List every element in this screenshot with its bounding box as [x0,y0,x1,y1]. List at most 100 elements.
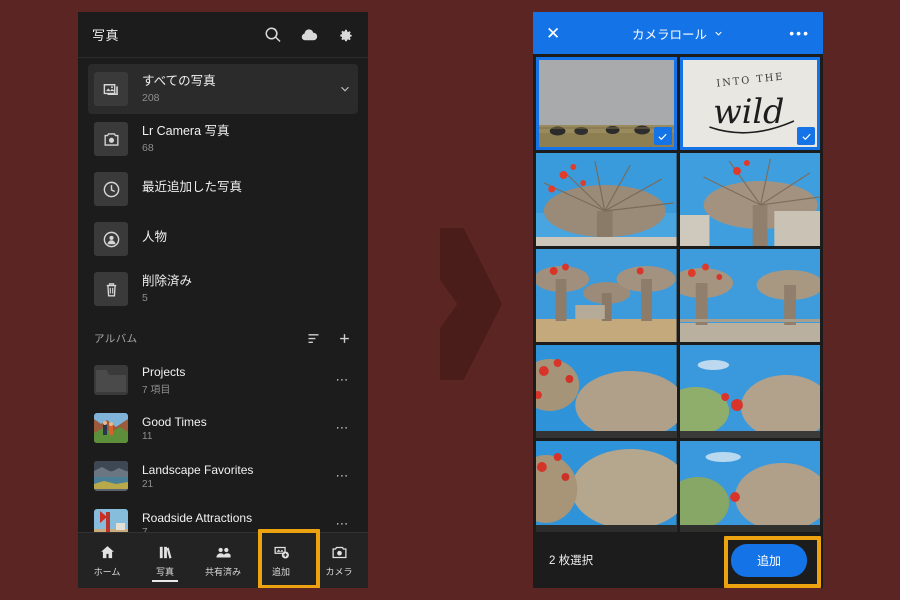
album-overflow-menu-icon[interactable]: ⋯ [336,372,353,388]
sidebar-item-text: 人物 [142,230,167,248]
flow-arrow-decoration [440,228,502,380]
sidebar-item-recently-added[interactable]: 最近追加した写真 [88,164,358,214]
photo-cell-supertree-blossom-1[interactable] [536,345,677,438]
sidebar-item-text: 削除済み 5 [142,274,192,304]
search-icon[interactable] [264,26,282,44]
album-name: Landscape Favorites [142,462,254,477]
home-icon [100,545,114,558]
person-icon [94,222,128,256]
page-title: 写真 [92,28,120,43]
sidebar-item-text: Lr Camera 写真 68 [142,124,230,154]
albums-section-header: アルバム [88,320,358,356]
album-overflow-menu-icon[interactable]: ⋯ [336,468,353,484]
bottom-nav-item-add[interactable]: 追加 [252,533,310,588]
bottom-nav-label: 共有済み [204,566,241,577]
sidebar-item-count: 5 [142,291,148,304]
sidebar-scroll-area: すべての写真 208 Lr Camera 写真 68 最近追加した写真 人物 削… [78,58,368,532]
sidebar-item-label: 人物 [142,230,168,245]
album-overflow-menu-icon[interactable]: ⋯ [336,516,353,532]
screenshot-stage: 写真 すべての写真 208 Lr Camera 写真 68 最近追加した写真 人… [0,0,900,600]
album-text: Landscape Favorites 21 [142,463,253,490]
photo-cell-supertree-2[interactable] [679,153,820,246]
album-count: 11 [142,430,153,442]
cloud-icon[interactable] [300,26,318,44]
album-count: 7 項目 [142,384,171,396]
sidebar-item-label: すべての写真 [142,74,216,89]
bottom-nav-item-photos[interactable]: 写真 [136,533,194,588]
bottom-nav-label: 写真 [155,566,174,577]
photo-cell-supertree-arch[interactable] [679,249,820,342]
list-item[interactable]: Roadside Attractions 7 ⋯ [88,500,358,532]
album-text: Good Times 11 [142,415,207,442]
lake-thumbnail [94,461,128,491]
svg-text:wild: wild [713,92,784,131]
chevron-down-icon [715,31,722,36]
chevron-down-icon[interactable] [338,82,352,96]
sidebar-item-all-photos[interactable]: すべての写真 208 [88,64,358,114]
add-photo-icon [273,546,289,559]
photos-app-panel: 写真 すべての写真 208 Lr Camera 写真 68 最近追加した写真 人… [78,12,368,588]
photos-icon [94,72,128,106]
album-overflow-menu-icon[interactable]: ⋯ [336,420,353,436]
selected-check-icon [653,127,672,145]
photo-cell-into-the-wild[interactable]: INTO THE wild [679,57,820,150]
app-header: 写真 [78,12,368,58]
header-icon-group [264,26,354,44]
camera-icon [331,546,347,558]
bottom-nav-label: ホーム [93,566,121,577]
album-selector[interactable]: カメラロール [533,24,823,43]
album-text: Projects 7 項目 [142,365,185,396]
photo-cell-supertree-1[interactable] [536,153,677,246]
camera-roll-picker-panel: ✕ カメラロール ••• INTO THE wild 2 枚選択 追加 [533,12,823,588]
picker-header: ✕ カメラロール ••• [533,12,823,54]
gear-icon[interactable] [336,26,354,44]
sort-icon[interactable] [306,331,321,346]
sidebar-item-label: 削除済み [142,274,193,289]
selection-count-label: 2 枚選択 [549,555,594,567]
bottom-navigation-bar: ホーム 写真 共有済み 追加 カメラ [78,529,368,588]
bottom-nav-item-shared[interactable]: 共有済み [194,533,252,588]
shared-icon [215,547,231,557]
sidebar-item-lr-camera-photos[interactable]: Lr Camera 写真 68 [88,114,358,164]
sidebar-item-deleted[interactable]: 削除済み 5 [88,264,358,314]
album-name: Projects [142,364,186,379]
folder-icon [94,365,128,395]
bottom-nav-label: 追加 [271,566,290,577]
albums-actions [306,331,352,346]
bottom-nav-item-home[interactable]: ホーム [78,533,136,588]
camera-icon [94,122,128,156]
close-icon[interactable]: ✕ [546,25,560,42]
list-item[interactable]: Landscape Favorites 21 ⋯ [88,452,358,500]
album-name: Roadside Attractions [142,510,253,525]
album-selector-label: カメラロール [631,27,707,42]
list-item[interactable]: Good Times 11 ⋯ [88,404,358,452]
selected-check-icon [797,127,815,145]
photos-book-icon [159,546,172,559]
add-button[interactable]: 追加 [730,543,807,577]
sidebar-item-label: 最近追加した写真 [142,180,243,195]
photo-cell-supertree-branch-2[interactable] [679,441,820,532]
album-text: Roadside Attractions 7 [142,511,252,533]
bottom-nav-label: カメラ [325,566,353,577]
hikers-thumbnail [94,413,128,443]
album-name: Good Times [142,414,207,429]
plus-icon[interactable] [337,331,352,346]
photo-cell-supertree-grove[interactable] [536,249,677,342]
clock-icon [94,172,128,206]
picker-overflow-menu-icon[interactable]: ••• [789,26,810,40]
list-item[interactable]: Projects 7 項目 ⋯ [88,356,358,404]
sidebar-item-text: 最近追加した写真 [142,180,242,198]
sidebar-item-count: 68 [142,141,154,154]
photo-grid: INTO THE wild [533,54,823,532]
sidebar-item-text: すべての写真 208 [142,74,216,104]
albums-section-title: アルバム [94,332,138,345]
bottom-nav-item-camera[interactable]: カメラ [310,533,368,588]
photo-cell-supertree-blossom-2[interactable] [679,345,820,438]
photo-cell-supertree-branch-1[interactable] [536,441,677,532]
picker-footer: 2 枚選択 追加 [533,532,823,588]
sidebar-item-label: Lr Camera 写真 [142,124,230,139]
roadsign-thumbnail [94,509,128,532]
sidebar-item-people[interactable]: 人物 [88,214,358,264]
album-count: 21 [142,478,154,490]
photo-cell-elephants[interactable] [536,57,677,150]
